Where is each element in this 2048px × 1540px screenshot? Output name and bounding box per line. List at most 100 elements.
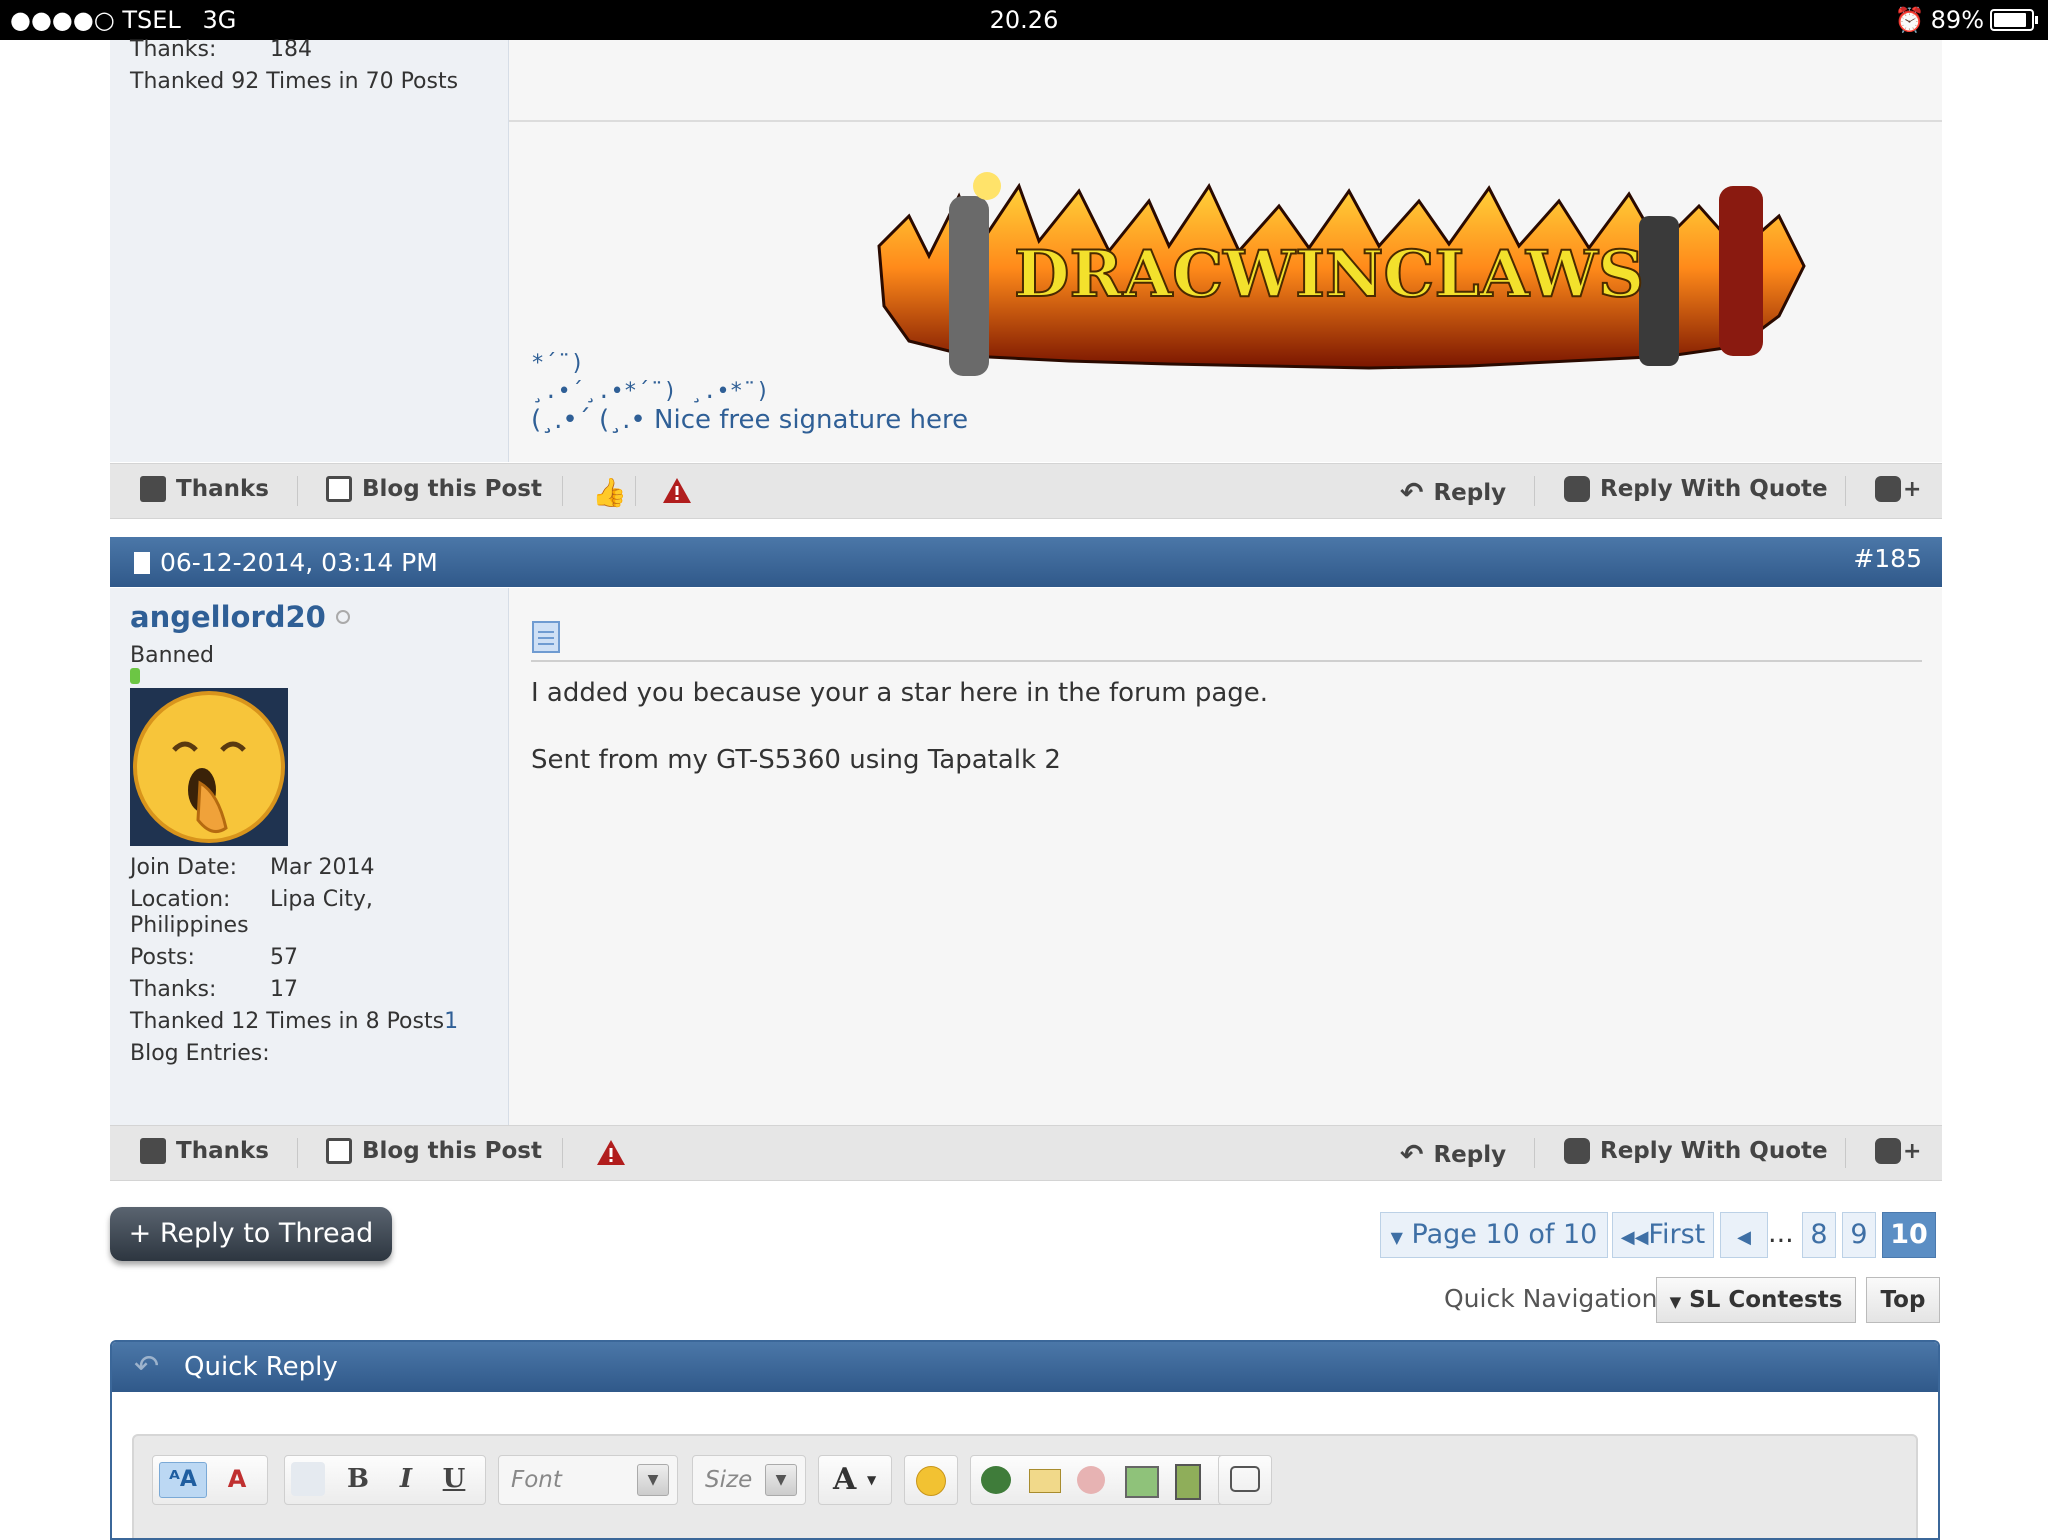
- post-2-body: I added you because your a star here in …: [509, 588, 1942, 1125]
- post-2: angellord20 Banned Join Date: Mar 2014 Lo…: [110, 588, 1942, 1125]
- thanks-button[interactable]: Thanks: [140, 1138, 269, 1164]
- status-bar: ●●●●○ TSEL 3G 20.26 ⏰ 89%: [0, 0, 2048, 40]
- reply-to-thread-button[interactable]: + Reply to Thread: [110, 1207, 392, 1261]
- user-thanked: Thanked 92 Times in 70 Posts: [130, 69, 459, 94]
- avatar[interactable]: [130, 688, 288, 846]
- paste-icon[interactable]: [291, 1462, 325, 1496]
- warning-icon: [663, 478, 691, 503]
- post-2-action-bar: Thanks Blog this Post ↶ Reply Reply With …: [110, 1125, 1942, 1181]
- post-document-icon: [134, 552, 150, 574]
- insert-video-icon[interactable]: [1175, 1464, 1201, 1500]
- quote-button[interactable]: [1218, 1455, 1272, 1505]
- like-button[interactable]: 👍: [592, 476, 627, 509]
- post-1: Thanks:184 Thanked 92 Times in 70 Posts: [110, 38, 1942, 462]
- multi-quote-button[interactable]: +: [1875, 1138, 1921, 1164]
- thanks-icon: [140, 476, 166, 502]
- caret-down-icon: ▼: [867, 1473, 877, 1487]
- underline-button[interactable]: U: [437, 1462, 471, 1496]
- size-select[interactable]: Size ▼: [692, 1455, 806, 1505]
- post-1-action-bar: Thanks Blog this Post 👍 ↶ Reply Reply Wit…: [110, 463, 1942, 519]
- signature-link[interactable]: Nice free signature here: [654, 405, 968, 435]
- speech-bubble-icon: [1230, 1466, 1260, 1492]
- text-color-button[interactable]: A ▼: [818, 1455, 892, 1505]
- user-title: Banned: [130, 643, 214, 668]
- basic-format-group: B I U: [284, 1455, 486, 1505]
- post-count: Posts: 57: [130, 945, 298, 970]
- insert-link-icon[interactable]: [981, 1466, 1011, 1494]
- quote-icon: [1564, 476, 1590, 502]
- chevron-down-icon: ▼: [637, 1464, 669, 1496]
- reply-arrow-icon: ↶: [134, 1349, 160, 1384]
- quick-reply-header: ↶ Quick Reply: [112, 1342, 1938, 1392]
- thanks-button[interactable]: Thanks: [140, 476, 269, 502]
- join-date: Join Date: Mar 2014: [130, 855, 375, 880]
- blog-post-button[interactable]: Blog this Post: [326, 476, 542, 502]
- username-link[interactable]: angellord20: [130, 600, 326, 634]
- status-right: ⏰ 89%: [1894, 6, 2038, 34]
- double-left-arrow-icon: ◀◀: [1620, 1227, 1649, 1248]
- post-number-link[interactable]: #185: [1853, 544, 1922, 573]
- insert-image-icon[interactable]: [1125, 1466, 1159, 1498]
- message-line-1: I added you because your a star here in …: [531, 678, 1269, 708]
- thumbs-up-icon: 👍: [592, 476, 627, 509]
- thanks-count: Thanks: 17: [130, 977, 298, 1002]
- blog-entries: Blog Entries:: [130, 1041, 270, 1066]
- battery-percent: 89%: [1930, 6, 1984, 34]
- divider: [562, 476, 563, 506]
- remove-link-icon[interactable]: [1077, 1466, 1105, 1494]
- chevron-down-icon: ▼: [1390, 1228, 1403, 1247]
- avatar-image: [133, 691, 285, 843]
- email-link-icon[interactable]: [1029, 1469, 1061, 1493]
- multi-quote-icon: [1875, 1138, 1901, 1164]
- status-time: 20.26: [989, 6, 1059, 34]
- blog-entries-link[interactable]: 1: [444, 1009, 458, 1034]
- report-button[interactable]: [662, 476, 692, 504]
- alarm-icon: ⏰: [1894, 6, 1925, 34]
- reply-with-quote-button[interactable]: Reply With Quote: [1564, 1138, 1828, 1164]
- quote-icon: [1564, 1138, 1590, 1164]
- flame-banner-graphic: DRACWINCLAWS: [877, 172, 1806, 376]
- signature-banner-text: DRACWINCLAWS: [1014, 237, 1644, 312]
- warning-icon: [597, 1140, 625, 1165]
- blog-icon: [326, 476, 352, 502]
- remove-format-icon[interactable]: A: [217, 1462, 257, 1496]
- left-arrow-icon: ◀: [1737, 1227, 1751, 1248]
- font-select-placeholder: Font: [511, 1467, 562, 1493]
- reply-button[interactable]: ↶ Reply: [1400, 476, 1506, 509]
- message-line-2: Sent from my GT-S5360 using Tapatalk 2: [531, 745, 1061, 775]
- divider: [1534, 476, 1535, 506]
- text-format-group: ᴬA A: [152, 1455, 268, 1505]
- page-selector[interactable]: ▼ Page 10 of 10: [1380, 1212, 1608, 1258]
- italic-button[interactable]: I: [389, 1462, 423, 1496]
- divider: [1534, 1138, 1535, 1168]
- multi-quote-button[interactable]: +: [1875, 476, 1921, 502]
- reply-button[interactable]: ↶ Reply: [1400, 1138, 1506, 1171]
- chevron-down-icon: ▼: [765, 1464, 797, 1496]
- thanked-count: Thanked 12 Times in 8 Posts1: [130, 1009, 459, 1034]
- divider: [635, 476, 636, 506]
- page-9-button[interactable]: 9: [1842, 1212, 1876, 1258]
- prev-page-button[interactable]: ◀: [1720, 1212, 1768, 1258]
- post-1-userinfo: Thanks: 184 Thanked 92 Times in 70 Posts: [110, 38, 509, 462]
- reply-with-quote-button[interactable]: Reply With Quote: [1564, 476, 1828, 502]
- smilies-button[interactable]: [904, 1455, 958, 1505]
- post-2-header: 06-12-2014, 03:14 PM #185: [110, 537, 1942, 587]
- quick-nav-dropdown[interactable]: ▼ SL Contests: [1656, 1277, 1856, 1323]
- page-8-button[interactable]: 8: [1802, 1212, 1836, 1258]
- blog-post-button[interactable]: Blog this Post: [326, 1138, 542, 1164]
- first-page-button[interactable]: ◀◀First: [1612, 1212, 1714, 1258]
- ascii-art: *´¨) ¸.•´¸.•*´¨) ¸.•*¨) (¸.•´ (¸.• Nice …: [531, 351, 969, 435]
- bold-button[interactable]: B: [341, 1462, 375, 1496]
- font-select[interactable]: Font ▼: [498, 1455, 678, 1505]
- divider: [1845, 476, 1846, 506]
- post-date: 06-12-2014, 03:14 PM: [160, 548, 438, 577]
- quick-reply-title: Quick Reply: [184, 1352, 338, 1382]
- multi-quote-icon: [1875, 476, 1901, 502]
- switch-editor-mode-icon[interactable]: ᴬA: [159, 1462, 207, 1498]
- quick-reply-panel: ↶ Quick Reply: [110, 1340, 1940, 1540]
- top-button[interactable]: Top: [1866, 1277, 1940, 1323]
- quick-navigation-label: Quick Navigation: [1444, 1284, 1658, 1313]
- signature-banner: DRACWINCLAWS: [869, 156, 1811, 384]
- thanks-icon: [140, 1138, 166, 1164]
- report-button[interactable]: [596, 1138, 626, 1166]
